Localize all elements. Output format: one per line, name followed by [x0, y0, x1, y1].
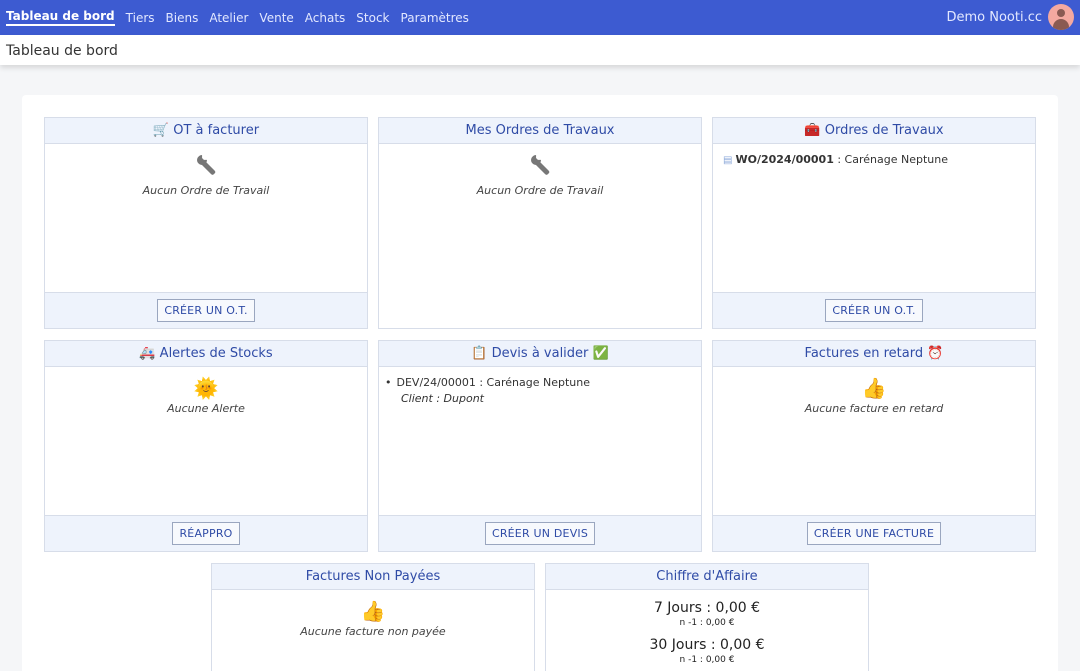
page-header: Tableau de bord — [0, 35, 1080, 65]
nav-item-parametres[interactable]: Paramètres — [401, 11, 469, 25]
thumbs-up-icon: 👍 — [861, 376, 887, 400]
revenue-row: 7 Jours : 0,00 € — [546, 600, 868, 616]
revenue-prev-value: 0,00 € — [705, 618, 735, 628]
avatar-head — [1057, 9, 1065, 17]
empty-message: Aucune facture non payée — [300, 625, 446, 638]
card-footer: CRÉER UN DEVIS — [379, 515, 701, 551]
card-title: Alertes de Stocks — [159, 346, 273, 361]
empty-message: Aucun Ordre de Travail — [142, 184, 270, 197]
nav-item-stock[interactable]: Stock — [356, 11, 389, 25]
card-factures-non-payees: Factures Non Payées 👍 Aucune facture non… — [211, 563, 535, 671]
sun-icon: 🌞 — [193, 376, 219, 400]
nav-item-vente[interactable]: Vente — [259, 11, 293, 25]
card-header: Chiffre d'Affaire — [546, 564, 868, 590]
card-body: 👍 Aucune facture en retard — [713, 367, 1035, 515]
create-ot-button[interactable]: CRÉER UN O.T. — [825, 299, 923, 322]
reappro-button[interactable]: RÉAPPRO — [172, 522, 240, 545]
card-devis-a-valider: 📋 Devis à valider ✅ DEV/24/00001 : Carén… — [378, 340, 702, 552]
card-header: Factures en retard ⏰ — [713, 341, 1035, 367]
card-mes-ordres-de-travaux: Mes Ordres de Travaux Aucun Ordre de Tra… — [378, 117, 702, 329]
user-name[interactable]: Demo Nooti.cc — [946, 10, 1042, 25]
quote-ref[interactable]: DEV/24/00001 : Carénage Neptune — [385, 376, 590, 389]
create-ot-button[interactable]: CRÉER UN O.T. — [157, 299, 255, 322]
revenue-label: 30 Jours : — [649, 637, 720, 653]
card-header: 📋 Devis à valider ✅ — [379, 341, 701, 367]
card-body: ▤ WO/2024/00001 : Carénage Neptune — [713, 144, 1035, 292]
revenue-row: 30 Jours : 0,00 € — [546, 637, 868, 653]
card-footer: CRÉER UN O.T. — [713, 292, 1035, 328]
revenue-value: 0,00 € — [715, 600, 761, 616]
check-icon: ✅ — [592, 346, 609, 361]
list-item[interactable]: ▤ WO/2024/00001 : Carénage Neptune — [713, 144, 1035, 166]
revenue-prev-row: n -1 : 0,00 € — [546, 655, 868, 665]
card-body: Aucun Ordre de Travail — [379, 144, 701, 328]
card-footer: RÉAPPRO — [45, 515, 367, 551]
list-item[interactable]: DEV/24/00001 : Carénage Neptune Client :… — [379, 367, 701, 405]
revenue-value: 0,00 € — [719, 637, 765, 653]
create-invoice-button[interactable]: CRÉER UNE FACTURE — [806, 522, 942, 545]
card-body: 🌞 Aucune Alerte — [45, 367, 367, 515]
card-body: DEV/24/00001 : Carénage Neptune Client :… — [379, 367, 701, 515]
empty-message: Aucun Ordre de Travail — [476, 184, 604, 197]
card-header: 🧰 Ordres de Travaux — [713, 118, 1035, 144]
card-header: Mes Ordres de Travaux — [379, 118, 701, 144]
card-factures-en-retard: Factures en retard ⏰ 👍 Aucune facture en… — [712, 340, 1036, 552]
ambulance-icon: 🚑 — [139, 346, 156, 361]
thumbs-up-icon: 👍 — [360, 599, 386, 623]
card-title: OT à facturer — [173, 123, 260, 138]
alarm-clock-icon: ⏰ — [927, 346, 944, 361]
avatar-body — [1053, 19, 1069, 30]
revenue-summary: 7 Jours : 0,00 € n -1 : 0,00 € 30 Jours … — [546, 590, 868, 665]
nav-item-biens[interactable]: Biens — [166, 11, 199, 25]
nav-item-tableau-de-bord[interactable]: Tableau de bord — [6, 9, 115, 26]
card-body: Aucun Ordre de Travail — [45, 144, 367, 292]
revenue-label: 7 Jours : — [653, 600, 716, 616]
nav-item-atelier[interactable]: Atelier — [209, 11, 248, 25]
card-title: Chiffre d'Affaire — [656, 569, 758, 584]
card-ordres-de-travaux: 🧰 Ordres de Travaux ▤ WO/2024/00001 : Car… — [712, 117, 1036, 329]
card-title: Devis à valider — [491, 346, 589, 361]
card-header: 🚑 Alertes de Stocks — [45, 341, 367, 367]
revenue-prev-label: n -1 : — [679, 655, 706, 665]
wrench-icon — [45, 152, 367, 182]
card-ot-a-facturer: 🛒 OT à facturer Aucun Ordre de Travail C… — [44, 117, 368, 329]
revenue-prev-value: 0,00 € — [705, 655, 735, 665]
card-body: 7 Jours : 0,00 € n -1 : 0,00 € 30 Jours … — [546, 590, 868, 671]
empty-message: Aucune Alerte — [167, 402, 245, 415]
nav-item-tiers[interactable]: Tiers — [126, 11, 155, 25]
avatar[interactable] — [1048, 4, 1074, 30]
work-order-label: : Carénage Neptune — [833, 153, 948, 166]
card-chiffre-affaire: Chiffre d'Affaire 7 Jours : 0,00 € n -1 … — [545, 563, 869, 671]
toolbox-icon: 🧰 — [804, 123, 821, 138]
revenue-prev-row: n -1 : 0,00 € — [546, 618, 868, 628]
card-header: 🛒 OT à facturer — [45, 118, 367, 144]
card-body: 👍 Aucune facture non payée — [212, 590, 534, 671]
top-navbar: Tableau de bord Tiers Biens Atelier Vent… — [0, 0, 1080, 35]
create-quote-button[interactable]: CRÉER UN DEVIS — [484, 522, 596, 545]
card-title: Ordres de Travaux — [824, 123, 944, 138]
clipboard-icon: 📋 — [471, 346, 488, 361]
revenue-prev-label: n -1 : — [679, 618, 706, 628]
page-title: Tableau de bord — [6, 43, 118, 59]
main-menu: Tableau de bord Tiers Biens Atelier Vent… — [6, 0, 480, 35]
card-footer: CRÉER UN O.T. — [45, 292, 367, 328]
quote-client: Client : Dupont — [401, 392, 484, 405]
card-title: Factures Non Payées — [305, 569, 441, 584]
card-footer: CRÉER UNE FACTURE — [713, 515, 1035, 551]
nav-item-achats[interactable]: Achats — [305, 11, 346, 25]
cart-icon: 🛒 — [152, 123, 170, 138]
card-title: Mes Ordres de Travaux — [465, 123, 615, 138]
card-alertes-de-stocks: 🚑 Alertes de Stocks 🌞 Aucune Alerte RÉAP… — [44, 340, 368, 552]
wrench-icon — [379, 152, 701, 182]
empty-message: Aucune facture en retard — [804, 402, 944, 415]
document-icon: ▤ — [723, 155, 733, 166]
work-order-ref[interactable]: WO/2024/00001 — [735, 153, 833, 166]
user-menu[interactable]: Demo Nooti.cc — [946, 4, 1074, 30]
card-header: Factures Non Payées — [212, 564, 534, 590]
card-title: Factures en retard — [804, 346, 924, 361]
